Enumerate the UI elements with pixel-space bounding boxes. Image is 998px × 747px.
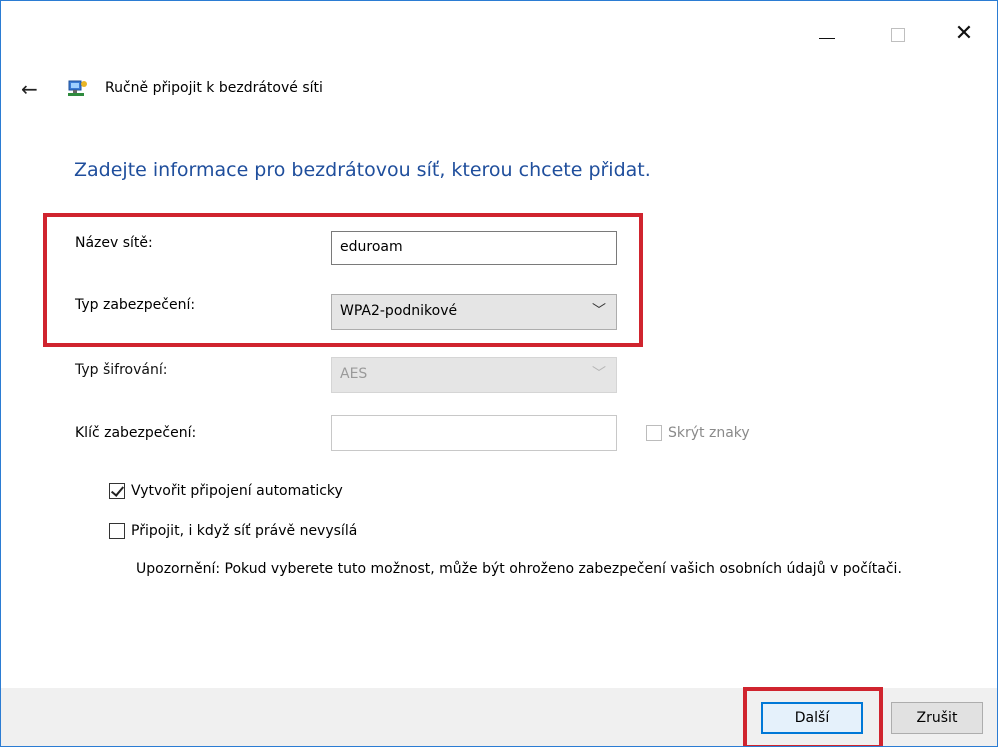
security-type-label: Typ zabezpečení: (75, 297, 196, 313)
close-button[interactable]: ✕ (941, 17, 987, 51)
hide-chars-label: Skrýt znaky (668, 425, 750, 441)
network-icon (68, 80, 87, 96)
encryption-type-select: AES ﹀ (331, 357, 617, 393)
page-heading: Zadejte informace pro bezdrátovou síť, k… (74, 159, 651, 181)
cancel-button[interactable]: Zrušit (891, 702, 983, 734)
security-type-select[interactable]: WPA2-podnikové ﹀ (331, 294, 617, 330)
connect-hidden-label: Připojit, i když síť právě nevysílá (131, 523, 358, 539)
title-bar: ✕ (1, 1, 997, 71)
close-icon: ✕ (954, 21, 974, 46)
connect-hidden-checkbox-row[interactable]: Připojit, i když síť právě nevysílá (109, 523, 357, 539)
maximize-icon (891, 28, 905, 42)
auto-connect-label: Vytvořit připojení automaticky (131, 483, 343, 499)
minimize-icon (819, 38, 835, 39)
next-button[interactable]: Další (761, 702, 863, 734)
maximize-button[interactable] (874, 17, 920, 51)
security-type-value: WPA2-podnikové (340, 303, 458, 319)
connect-hidden-checkbox[interactable] (109, 523, 125, 539)
hide-chars-checkbox[interactable] (646, 425, 662, 441)
button-bar: Další Zrušit (1, 687, 997, 746)
back-arrow-icon[interactable]: ← (21, 77, 38, 101)
wizard-window: ✕ ← Ručně připojit k bezdrátové síti Zad… (0, 0, 998, 747)
network-name-label: Název sítě: (75, 235, 153, 251)
chevron-down-icon: ﹀ (592, 366, 606, 382)
hide-chars-checkbox-row[interactable]: Skrýt znaky (646, 425, 750, 441)
network-name-input[interactable]: eduroam (331, 231, 617, 265)
chevron-down-icon: ﹀ (592, 303, 606, 319)
wizard-title: Ručně připojit k bezdrátové síti (105, 80, 323, 96)
encryption-type-label: Typ šifrování: (75, 362, 168, 378)
auto-connect-checkbox-row[interactable]: Vytvořit připojení automaticky (109, 483, 343, 499)
security-key-input[interactable] (331, 415, 617, 451)
privacy-warning: Upozornění: Pokud vyberete tuto možnost,… (136, 561, 902, 577)
minimize-button[interactable] (805, 17, 851, 51)
security-key-label: Klíč zabezpečení: (75, 425, 197, 441)
encryption-type-value: AES (340, 366, 368, 382)
auto-connect-checkbox[interactable] (109, 483, 125, 499)
